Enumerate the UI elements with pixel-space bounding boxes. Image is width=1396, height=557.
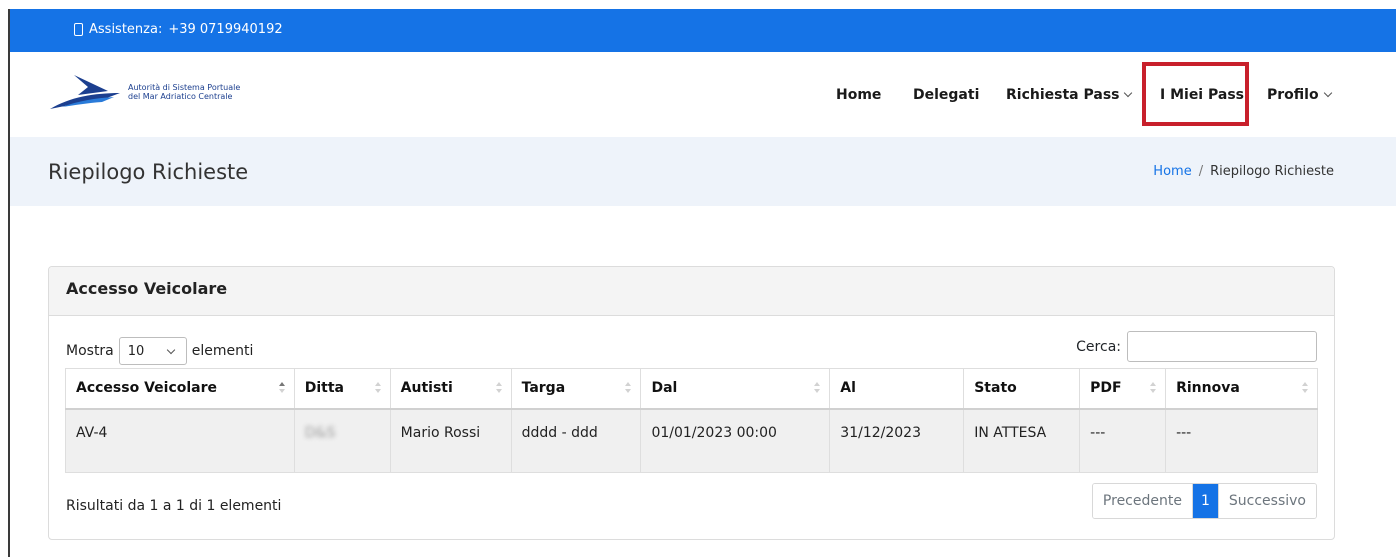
column-header: Stato <box>963 368 1081 410</box>
cell-accesso: AV-4 <box>65 408 295 473</box>
column-header-label: Dal <box>651 380 678 397</box>
sort-icon <box>374 382 381 396</box>
ship-logo-icon <box>50 75 120 109</box>
annotation-highlight-box <box>1142 62 1249 126</box>
sort-icon <box>1302 382 1308 396</box>
nav-delegati[interactable]: Delegati <box>913 87 979 103</box>
breadcrumb: Home / Riepilogo Richieste <box>1153 164 1334 179</box>
column-header[interactable]: Autisti <box>389 368 512 410</box>
pagination-next[interactable]: Successivo <box>1217 484 1316 518</box>
column-header[interactable]: Rinnova <box>1165 368 1318 410</box>
page-length-select[interactable]: 10 <box>118 337 187 365</box>
table-header-row: Accesso Veicolare Ditta Autisti Targa Da… <box>65 368 1318 410</box>
column-header[interactable]: PDF <box>1079 368 1167 410</box>
column-header-label: Rinnova <box>1176 380 1240 397</box>
nav-home[interactable]: Home <box>836 87 881 103</box>
cell-ditta: D&S <box>293 408 391 473</box>
pagination-previous[interactable]: Precedente <box>1092 484 1192 518</box>
assistance-phone[interactable]: +39 0719940192 <box>168 22 282 37</box>
search-input[interactable] <box>1127 331 1317 362</box>
column-header-label: Accesso Veicolare <box>76 380 218 397</box>
column-header-label: Al <box>840 380 856 397</box>
brand-line-2: del Mar Adriatico Centrale <box>128 92 233 101</box>
column-header-label: Stato <box>974 380 1017 397</box>
breadcrumb-separator: / <box>1198 164 1204 179</box>
page-length-control: Mostra 10 elementi <box>66 337 253 365</box>
assistance-bar: Assistenza: +39 0719940192 <box>10 9 1396 52</box>
column-header[interactable]: Dal <box>640 368 831 410</box>
chevron-down-icon <box>166 345 176 355</box>
cell-targa: dddd - ddd <box>510 408 642 473</box>
column-header: Al <box>829 368 965 410</box>
cell-autisti: Mario Rossi <box>389 408 512 473</box>
pagination-page-1[interactable]: 1 <box>1191 484 1218 518</box>
brand-logo[interactable]: Autorità di Sistema Portuale del Mar Adr… <box>48 71 240 113</box>
chevron-down-icon <box>1124 88 1133 98</box>
blurred-company: D&S <box>304 424 336 441</box>
cell-stato: IN ATTESA <box>963 408 1081 473</box>
vehicle-access-card: Accesso Veicolare Mostra 10 elementi Cer… <box>48 266 1335 540</box>
sort-icon <box>278 382 285 396</box>
cell-pdf: --- <box>1079 408 1167 473</box>
column-header-label: Ditta <box>304 380 345 397</box>
card-title: Accesso Veicolare <box>66 279 228 298</box>
sort-icon <box>814 382 821 396</box>
breadcrumb-current: Riepilogo Richieste <box>1210 164 1334 179</box>
main-navbar: Autorità di Sistema Portuale del Mar Adr… <box>10 52 1396 137</box>
elements-label: elementi <box>191 343 254 359</box>
table-row[interactable]: AV-4 D&S Mario Rossi dddd - ddd 01/01/20… <box>65 408 1318 473</box>
card-header: Accesso Veicolare <box>49 267 1334 316</box>
top-white-strip <box>0 0 1396 9</box>
cell-dal: 01/01/2023 00:00 <box>640 408 831 473</box>
assistance-contact[interactable]: Assistenza: +39 0719940192 <box>74 22 283 37</box>
cell-al: 31/12/2023 <box>829 408 965 473</box>
sort-icon <box>495 382 502 396</box>
column-header[interactable]: Accesso Veicolare <box>65 368 295 410</box>
brand-line-1: Autorità di Sistema Portuale <box>128 83 241 92</box>
chevron-down-icon <box>1323 88 1332 98</box>
pagination: Precedente 1 Successivo <box>1091 483 1317 519</box>
sort-icon <box>1150 382 1157 396</box>
column-header[interactable]: Targa <box>510 368 642 410</box>
sort-icon <box>625 382 632 396</box>
breadcrumb-home[interactable]: Home <box>1153 164 1191 179</box>
column-header-label: Targa <box>521 380 566 397</box>
assistance-label: Assistenza: <box>89 22 163 37</box>
column-header-label: PDF <box>1090 380 1122 397</box>
page-title: Riepilogo Richieste <box>48 160 249 184</box>
phone-icon <box>74 23 83 36</box>
nav-profilo[interactable]: Profilo <box>1267 87 1332 103</box>
nav-richiesta-pass-label: Richiesta Pass <box>1006 87 1120 103</box>
column-header-label: Autisti <box>400 380 453 397</box>
page-header: Riepilogo Richieste Home / Riepilogo Richi… <box>10 137 1396 206</box>
column-header[interactable]: Ditta <box>293 368 391 410</box>
nav-profilo-label: Profilo <box>1267 87 1319 103</box>
show-label: Mostra <box>66 343 114 359</box>
table-search: Cerca: <box>1076 331 1317 362</box>
table-info: Risultati da 1 a 1 di 1 elementi <box>66 498 282 514</box>
page-length-value: 10 <box>127 343 145 359</box>
cell-rinnova: --- <box>1165 408 1318 473</box>
nav-richiesta-pass[interactable]: Richiesta Pass <box>1006 87 1133 103</box>
brand-name: Autorità di Sistema Portuale del Mar Adr… <box>128 83 240 101</box>
search-label: Cerca: <box>1076 338 1121 355</box>
requests-table: Accesso Veicolare Ditta Autisti Targa Da… <box>65 368 1318 473</box>
